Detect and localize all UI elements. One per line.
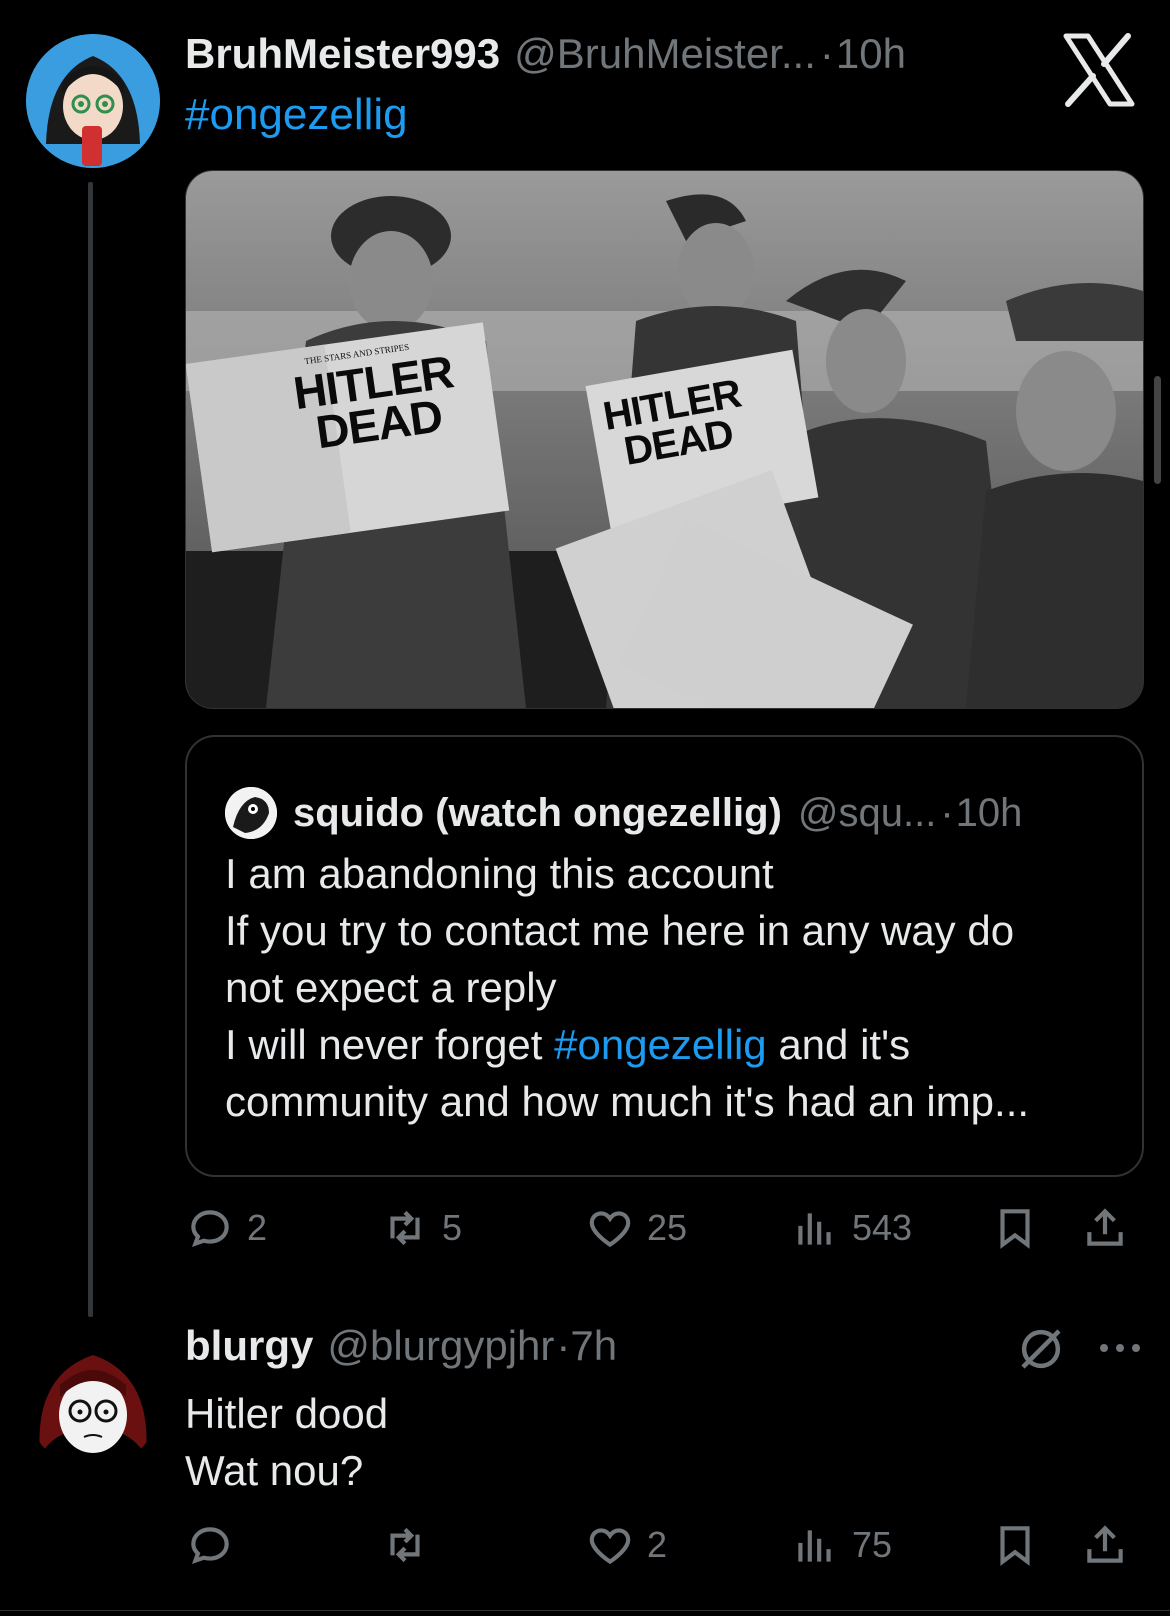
quote-line: I am abandoning this account bbox=[225, 850, 774, 897]
reply-author-handle[interactable]: @blurgypjhr bbox=[327, 1322, 554, 1370]
author-avatar[interactable] bbox=[26, 34, 160, 168]
reply-line: Wat nou? bbox=[185, 1447, 364, 1494]
like-button[interactable]: 25 bbox=[585, 1203, 790, 1253]
views-button[interactable]: 543 bbox=[790, 1203, 990, 1253]
quoted-separator: · bbox=[940, 790, 954, 835]
quoted-author-handle: @squ... bbox=[797, 790, 937, 835]
quoted-timestamp: 10h bbox=[955, 790, 1023, 835]
quote-line: community and how much it's had an imp..… bbox=[225, 1078, 1030, 1125]
quote-line: I will never forget #ongezellig and it's bbox=[225, 1016, 1104, 1073]
quote-line: not expect a reply bbox=[225, 964, 557, 1011]
like-button-2[interactable]: 2 bbox=[585, 1520, 790, 1570]
view-count-2: 75 bbox=[852, 1524, 893, 1565]
repost-arrows-icon bbox=[390, 1527, 420, 1563]
speech-bubble-icon bbox=[191, 1210, 229, 1247]
x-logo-icon[interactable] bbox=[1058, 30, 1138, 110]
reply-count: 2 bbox=[247, 1207, 268, 1248]
heart-icon bbox=[589, 1528, 631, 1565]
header-separator: · bbox=[819, 30, 834, 77]
quote-hashtag[interactable]: #ongezellig bbox=[554, 1021, 767, 1068]
repost-button-2[interactable] bbox=[380, 1520, 585, 1570]
reply-line: Hitler dood bbox=[185, 1390, 389, 1437]
quoted-author-display-name: squido (watch ongezellig) bbox=[293, 790, 782, 835]
newspaper-headline-1: HITLER DEAD bbox=[290, 345, 461, 458]
heart-icon bbox=[589, 1211, 631, 1248]
reply-button-2[interactable] bbox=[185, 1520, 380, 1570]
reply-button[interactable]: 2 bbox=[185, 1203, 380, 1253]
repost-count: 5 bbox=[442, 1207, 463, 1248]
more-options-button[interactable] bbox=[1090, 1328, 1150, 1368]
bookmark-icon bbox=[1000, 1526, 1030, 1566]
ellipsis-icon bbox=[1100, 1344, 1140, 1352]
tweet-timestamp[interactable]: 10h bbox=[836, 30, 906, 78]
tweet-photo[interactable]: THE STARS AND STRIPES HITLER DEAD HITLER… bbox=[185, 170, 1144, 709]
quoted-tweet-text: I am abandoning this account If you try … bbox=[225, 845, 1104, 1130]
thread-connector-line bbox=[88, 182, 93, 1317]
tweet-header: BruhMeister993 @BruhMeister... · 10h bbox=[185, 30, 1050, 80]
quoted-tweet-header: squido (watch ongezellig) @squ... · 10h bbox=[225, 785, 1104, 841]
repost-button[interactable]: 5 bbox=[380, 1203, 585, 1253]
bookmark-icon bbox=[1000, 1209, 1030, 1249]
like-count-2: 2 bbox=[647, 1524, 668, 1565]
share-button-2[interactable] bbox=[1080, 1520, 1135, 1570]
avatar-illustration bbox=[26, 34, 160, 168]
quoted-tweet-card[interactable]: squido (watch ongezellig) @squ... · 10h … bbox=[185, 735, 1144, 1177]
reply-timestamp[interactable]: 7h bbox=[570, 1322, 617, 1370]
divider bbox=[0, 1610, 1170, 1611]
share-upload-icon bbox=[1087, 1525, 1123, 1563]
quote-text-segment: I will never forget bbox=[225, 1021, 555, 1068]
quoted-author-avatar bbox=[225, 787, 277, 839]
bar-chart-icon bbox=[798, 1213, 831, 1245]
no-symbol-icon[interactable] bbox=[1014, 1322, 1068, 1376]
tweet-action-bar: 2 5 25 543 bbox=[185, 1198, 1135, 1258]
reply-header: blurgy @blurgypjhr · 7h bbox=[185, 1322, 617, 1378]
reply-text: Hitler dood Wat nou? bbox=[185, 1385, 388, 1499]
bookmark-button-2[interactable] bbox=[990, 1520, 1080, 1570]
speech-bubble-icon bbox=[191, 1527, 229, 1564]
reply-separator: · bbox=[556, 1322, 571, 1369]
quote-line: If you try to contact me here in any way… bbox=[225, 907, 1015, 954]
share-upload-icon bbox=[1087, 1208, 1123, 1246]
view-count: 543 bbox=[852, 1207, 913, 1248]
repost-arrows-icon bbox=[390, 1210, 420, 1246]
quote-text-segment: and it's bbox=[766, 1021, 911, 1068]
bookmark-button[interactable] bbox=[990, 1203, 1080, 1253]
tweet-hashtag[interactable]: #ongezellig bbox=[185, 90, 408, 140]
like-count: 25 bbox=[647, 1207, 688, 1248]
reply-avatar-illustration bbox=[26, 1335, 160, 1469]
reply-author-avatar[interactable] bbox=[26, 1335, 160, 1469]
reply-action-bar: 2 75 bbox=[185, 1515, 1135, 1575]
author-display-name[interactable]: BruhMeister993 bbox=[185, 30, 500, 78]
bar-chart-icon bbox=[798, 1530, 831, 1562]
share-button[interactable] bbox=[1080, 1203, 1135, 1253]
author-handle[interactable]: @BruhMeister... bbox=[514, 30, 816, 78]
scrollbar-thumb[interactable] bbox=[1154, 376, 1161, 484]
views-button-2[interactable]: 75 bbox=[790, 1520, 990, 1570]
reply-author-display-name[interactable]: blurgy bbox=[185, 1322, 313, 1370]
